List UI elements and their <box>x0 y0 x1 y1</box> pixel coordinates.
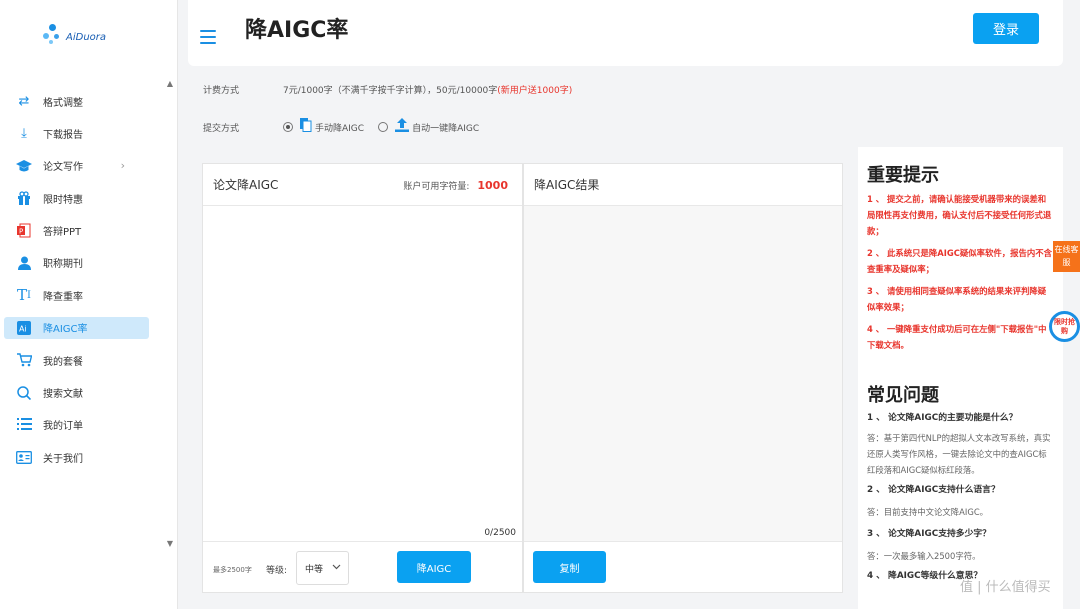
sidebar-item-label: 下载报告 <box>43 129 83 141</box>
upload-icon <box>395 118 410 136</box>
sidebar-nav: ⇄ 格式调整 ⤓ 下载报告 论文写作 › 限时特惠 P 答辩PPT 职称期刊 T… <box>4 90 149 479</box>
page-title: 降AIGC率 <box>245 18 349 43</box>
login-button[interactable]: 登录 <box>973 13 1039 44</box>
reduce-aigc-button[interactable]: 降AIGC <box>397 551 471 583</box>
sidebar-item-download-report[interactable]: ⤓ 下载报告 <box>4 122 149 144</box>
sidebar: AiDuora ▲ ⇄ 格式调整 ⤓ 下载报告 论文写作 › 限时特惠 P 答辩… <box>0 0 178 609</box>
char-counter: 0/2500 <box>484 528 516 538</box>
credits-label: 账户可用字符量: <box>403 182 470 192</box>
chevron-down-icon <box>332 563 341 573</box>
manual-mode-radio[interactable] <box>283 122 293 132</box>
contact-card-icon <box>16 449 32 465</box>
header: 降AIGC率 登录 <box>188 0 1063 66</box>
pricing-text: 7元/1000字（不满千字按千字计算），50元/10000字 <box>283 86 498 96</box>
notice-item: 4 、 一键降重支付成功后可在左侧"下载报告"中下载文档。 <box>867 324 1047 350</box>
result-panel: 降AIGC结果 复制 <box>523 163 843 593</box>
faq-question: 2 、 论文降AIGC支持什么语言？ <box>867 485 1000 495</box>
auto-mode-radio[interactable] <box>378 122 389 132</box>
ppt-icon: P <box>16 223 32 239</box>
sidebar-item-label: 关于我们 <box>43 453 83 465</box>
sidebar-item-label: 搜索文献 <box>43 389 83 401</box>
faq-question: 1 、 论文降AIGC的主要功能是什么？ <box>867 413 1018 423</box>
list-icon <box>16 417 32 433</box>
result-panel-footer: 复制 <box>524 541 842 593</box>
gift-icon <box>16 190 32 206</box>
sidebar-scroll-up-icon[interactable]: ▲ <box>167 79 173 88</box>
sidebar-scroll-down-icon[interactable]: ▼ <box>167 539 173 548</box>
sidebar-item-about-us[interactable]: 关于我们 <box>4 446 149 468</box>
notice-item: 2 、 此系统只是降AIGC疑似率软件，报告内不含查重率及疑似率； <box>867 248 1053 274</box>
person-icon <box>16 255 32 271</box>
sidebar-item-label: 降AIGC率 <box>43 324 88 336</box>
input-panel-title: 论文降AIGC <box>213 178 279 192</box>
chevron-right-icon: › <box>120 159 125 173</box>
pricing-row: 计费方式 7元/1000字（不满千字按千字计算），50元/10000字 (新用户… <box>203 83 572 96</box>
faq-question: 3 、 论文降AIGC支持多少字？ <box>867 529 991 539</box>
tips-panel: 重要提示 1 、 提交之前，请确认能接受机器带来的误差和局限性再支付费用，确认支… <box>858 147 1063 609</box>
faq-answer: 答：基于第四代NLP的超拟人文本改写系统，真实还原人类写作风格，一键去除论文中的… <box>867 433 1051 475</box>
sidebar-item-label: 我的订单 <box>43 421 83 433</box>
watermark: 值 | 什么值得买 <box>960 580 1051 595</box>
copy-button[interactable]: 复制 <box>533 551 606 583</box>
svg-text:P: P <box>19 228 23 236</box>
paper-text-input[interactable] <box>203 206 522 541</box>
level-select[interactable]: 中等 <box>296 551 349 585</box>
manual-mode-label[interactable]: 手动降AIGC <box>315 121 364 134</box>
sidebar-item-defense-ppt[interactable]: P 答辩PPT <box>4 220 149 242</box>
faq-title: 常见问题 <box>867 385 939 406</box>
faq-answer: 答：一次最多输入2500字符。 <box>867 551 981 561</box>
level-value: 中等 <box>305 564 324 575</box>
sidebar-item-paper-writing[interactable]: 论文写作 › <box>4 155 149 177</box>
max-chars-note: 最多2500字 <box>213 566 252 574</box>
input-panel: 论文降AIGC 账户可用字符量: 1000 0/2500 最多2500字 等级:… <box>202 163 523 593</box>
input-panel-footer: 最多2500字 等级: 中等 降AIGC <box>203 541 522 593</box>
graduation-cap-icon <box>16 158 32 174</box>
sidebar-item-reduce-duplicate[interactable]: TI 降查重率 <box>4 284 149 306</box>
logo[interactable]: AiDuora <box>40 22 106 46</box>
result-panel-title: 降AIGC结果 <box>534 178 600 192</box>
search-icon <box>16 385 32 401</box>
logo-icon <box>40 22 64 46</box>
pricing-label: 计费方式 <box>203 86 240 96</box>
flash-sale-badge[interactable]: 限时抢购 <box>1049 311 1080 342</box>
download-icon: ⤓ <box>21 125 27 141</box>
document-icon <box>300 118 312 136</box>
sidebar-item-label: 降查重率 <box>43 291 83 303</box>
submit-mode-row: 提交方式 手动降AIGC 自动一键降AIGC <box>203 118 479 136</box>
level-label: 等级: <box>266 566 288 576</box>
sidebar-item-my-plan[interactable]: 我的套餐 <box>4 349 149 371</box>
sidebar-item-label: 答辩PPT <box>43 227 82 239</box>
swap-arrows-icon: ⇄ <box>18 93 30 109</box>
sidebar-item-reduce-aigc[interactable]: Ai 降AIGC率 <box>4 316 149 339</box>
sidebar-item-journals[interactable]: 职称期刊 <box>4 252 149 274</box>
ai-badge-icon: Ai <box>16 320 32 336</box>
sidebar-item-label: 我的套餐 <box>43 356 83 368</box>
sidebar-item-label: 职称期刊 <box>43 259 83 271</box>
cart-icon <box>16 352 32 368</box>
notice-item: 1 、 提交之前，请确认能接受机器带来的误差和局限性再支付费用，确认支付后不接受… <box>867 194 1052 236</box>
sidebar-item-label: 格式调整 <box>43 97 83 109</box>
sidebar-item-label: 限时特惠 <box>43 194 83 206</box>
notice-item: 3 、 请使用相同查疑似率系统的结果来评判降疑似率效果； <box>867 286 1047 312</box>
new-user-bonus: (新用户送1000字) <box>497 86 573 96</box>
menu-toggle-icon[interactable] <box>200 30 216 44</box>
input-panel-header: 论文降AIGC 账户可用字符量: 1000 <box>203 164 522 206</box>
result-panel-header: 降AIGC结果 <box>524 164 842 206</box>
sidebar-item-label: 论文写作 <box>43 162 83 174</box>
text-t-icon: TI <box>17 286 31 305</box>
available-credits: 账户可用字符量: 1000 <box>403 179 508 192</box>
sidebar-item-my-orders[interactable]: 我的订单 <box>4 414 149 436</box>
important-notice-title: 重要提示 <box>867 165 939 186</box>
sidebar-item-format[interactable]: ⇄ 格式调整 <box>4 90 149 112</box>
submit-mode-label: 提交方式 <box>203 123 240 134</box>
faq-answer: 答：目前支持中文论文降AIGC。 <box>867 507 989 517</box>
auto-mode-label[interactable]: 自动一键降AIGC <box>412 121 479 134</box>
logo-text: AiDuora <box>66 31 107 43</box>
svg-text:Ai: Ai <box>19 324 27 333</box>
online-service-button[interactable]: 在线客服 <box>1053 241 1080 272</box>
result-output[interactable] <box>524 206 842 541</box>
credits-value: 1000 <box>477 179 508 192</box>
sidebar-item-limited-offer[interactable]: 限时特惠 <box>4 187 149 209</box>
sidebar-item-search-literature[interactable]: 搜索文献 <box>4 382 149 404</box>
